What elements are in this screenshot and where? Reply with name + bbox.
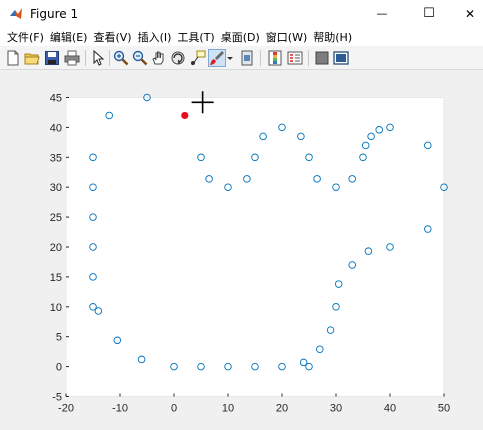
x-tick-label: 40 xyxy=(384,403,396,415)
data-cursor-icon[interactable] xyxy=(190,50,206,66)
print-icon[interactable] xyxy=(64,50,80,66)
y-tick-label: 0 xyxy=(56,362,62,374)
menu-view[interactable]: 查看(V) xyxy=(90,29,134,45)
y-tick-label: 30 xyxy=(50,182,62,194)
minimize-icon: — xyxy=(376,7,388,20)
x-tick-label: 30 xyxy=(330,403,342,415)
x-tick-label: 20 xyxy=(276,403,288,415)
menu-file[interactable]: 文件(F) xyxy=(4,29,47,45)
y-tick-label: 25 xyxy=(50,212,62,224)
y-tick-label: 5 xyxy=(56,332,62,344)
y-tick-label: 15 xyxy=(50,272,62,284)
maximize-icon: ☐ xyxy=(423,6,435,21)
y-tick-label: 10 xyxy=(50,302,62,314)
toolbar-separator xyxy=(260,50,261,66)
close-icon: ✕ xyxy=(464,6,476,21)
menu-edit[interactable]: 编辑(E) xyxy=(47,29,91,45)
maximize-button[interactable]: ☐ xyxy=(409,0,449,27)
menu-window[interactable]: 窗口(W) xyxy=(263,29,310,45)
x-tick-label: 0 xyxy=(171,403,177,415)
pointer-icon[interactable] xyxy=(90,50,106,66)
figure-canvas[interactable]: -5 0 5 10 15 20 25 30 35 40 45 -20 -10 0 10 20 30 40 50 xyxy=(0,70,483,427)
menu-desktop[interactable]: 桌面(D) xyxy=(218,29,263,45)
window-titlebar: Figure 1 — ☐ ✕ xyxy=(0,0,483,27)
matlab-logo-icon xyxy=(10,7,22,19)
minimize-button[interactable]: — xyxy=(362,0,402,27)
rotate-3d-icon[interactable] xyxy=(170,50,186,66)
menu-insert[interactable]: 插入(I) xyxy=(135,29,175,45)
pan-hand-icon[interactable] xyxy=(151,50,167,66)
toolbar-separator xyxy=(85,50,86,66)
axes-background xyxy=(65,97,445,397)
save-icon[interactable] xyxy=(44,50,60,66)
x-tick-label: -20 xyxy=(58,403,74,415)
toolbar-separator xyxy=(109,50,110,66)
x-tick-label: 50 xyxy=(438,403,450,415)
highlighted-data-point[interactable] xyxy=(181,111,189,120)
x-tick-label: -10 xyxy=(112,403,128,415)
menu-help[interactable]: 帮助(H) xyxy=(310,29,355,45)
new-figure-icon[interactable] xyxy=(5,50,21,66)
toolbar-separator xyxy=(308,50,309,66)
open-file-icon[interactable] xyxy=(24,50,40,66)
y-tick-label: 20 xyxy=(50,242,62,254)
insert-legend-icon[interactable] xyxy=(287,50,303,66)
insert-colorbar-icon[interactable] xyxy=(267,50,283,66)
link-plot-icon[interactable] xyxy=(239,50,255,66)
y-tick-label: 45 xyxy=(50,93,62,105)
y-tick-label: 40 xyxy=(50,122,62,134)
hide-plot-tools-icon[interactable] xyxy=(314,50,330,66)
zoom-out-icon[interactable] xyxy=(132,50,148,66)
menu-bar: 文件(F) 编辑(E) 查看(V) 插入(I) 工具(T) 桌面(D) 窗口(W… xyxy=(0,27,483,46)
y-tick-label: 35 xyxy=(50,152,62,164)
brush-icon[interactable] xyxy=(208,49,226,67)
scatter-plot[interactable]: -5051015202530354045 -20 -10 0 10 20 30 40 50 xyxy=(0,70,483,427)
window-title: Figure 1 xyxy=(30,6,79,21)
zoom-in-icon[interactable] xyxy=(113,50,129,66)
close-button[interactable]: ✕ xyxy=(450,0,483,27)
dropdown-arrow-icon[interactable] xyxy=(226,50,234,66)
figure-toolbar xyxy=(0,46,483,70)
menu-tools[interactable]: 工具(T) xyxy=(174,29,217,45)
x-tick-label: 10 xyxy=(222,403,234,415)
show-plot-tools-icon[interactable] xyxy=(333,50,349,66)
